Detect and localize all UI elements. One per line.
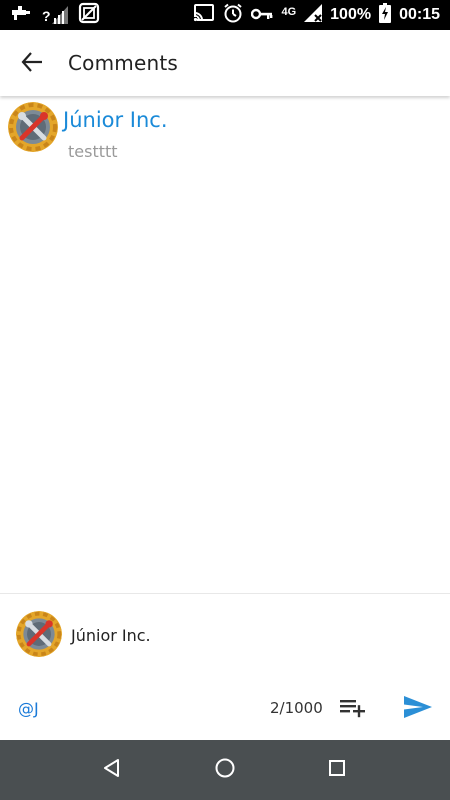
page-title: Comments [68,51,179,75]
battery-charging-icon [379,3,392,27]
alarm-icon [223,3,243,27]
battery-percent: 100% [330,6,372,23]
no-sim-icon [78,2,100,28]
home-circle-icon [214,757,236,783]
nav-recents-button[interactable] [322,755,352,785]
clock: 00:15 [399,6,440,23]
send-button[interactable] [400,692,436,726]
unknown-signal-label: ? [42,8,51,24]
nav-back-button[interactable] [97,755,127,785]
comment-item[interactable]: Júnior Inc. testttt [8,102,438,162]
cast-icon [193,4,215,26]
network-type: 4G [281,6,297,18]
nav-home-button[interactable] [210,755,240,785]
playlist-add-icon [338,695,366,723]
wrench-gear-avatar-icon [16,611,62,657]
comment-author[interactable]: Júnior Inc. [63,108,168,132]
unknown-signal-icon: ? [42,6,68,24]
comment-input[interactable] [18,694,238,722]
add-list-button[interactable] [336,694,368,724]
divider [0,593,450,594]
system-nav-bar [0,740,450,800]
avatar[interactable] [8,102,58,152]
wrench-gear-avatar-icon [8,102,58,152]
status-bar: ? 4G 100% 00:15 [0,0,450,30]
mention-name: Júnior Inc. [71,626,151,645]
comment-text: testttt [68,142,118,161]
signal-icon [304,4,323,26]
key-icon [251,6,273,25]
back-triangle-icon [102,758,122,782]
debug-icon [10,4,32,26]
avatar [16,611,62,657]
comment-composer: 2/1000 [0,686,450,730]
character-counter: 2/1000 [270,699,323,717]
send-icon [403,694,433,724]
recents-square-icon [327,758,347,782]
arrow-back-icon [20,50,44,78]
mention-suggestion[interactable]: Júnior Inc. [16,611,436,661]
app-bar: Comments [0,30,450,96]
back-button[interactable] [14,46,50,82]
status-bar-right: 4G 100% 00:15 [193,3,440,27]
status-bar-left: ? [10,2,100,28]
